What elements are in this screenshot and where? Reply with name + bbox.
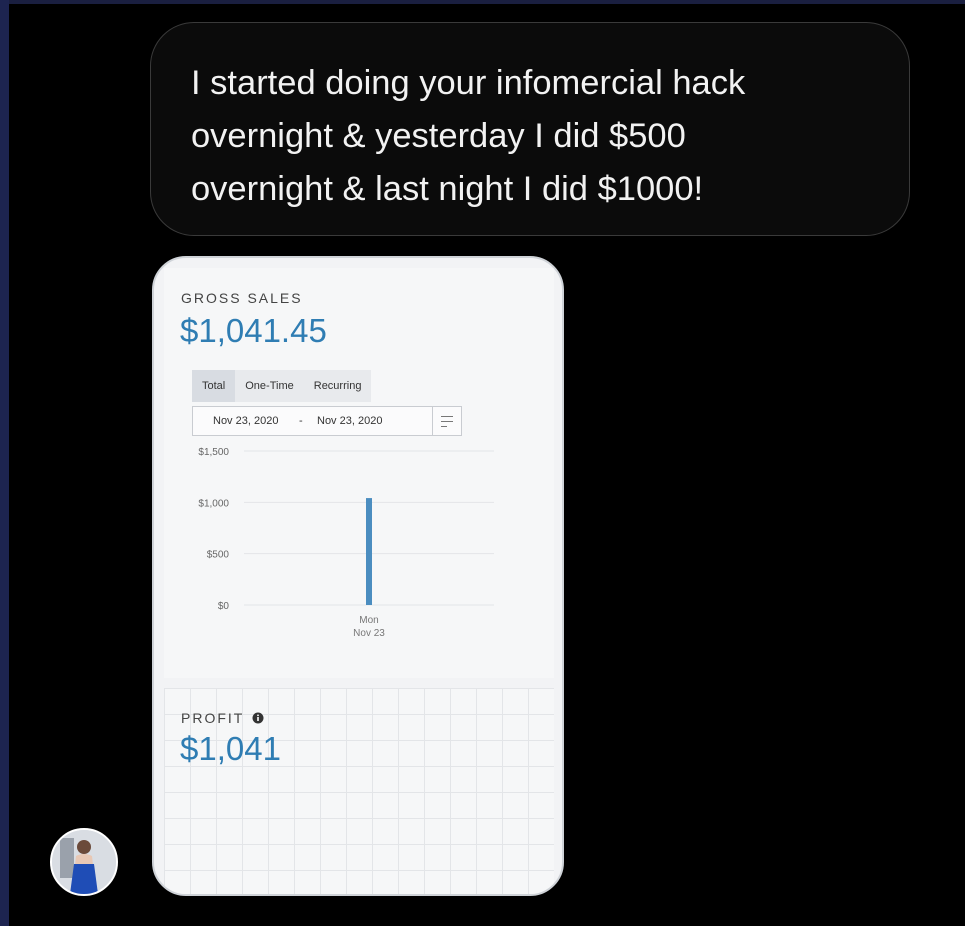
y-tick-label: $1,000 bbox=[198, 498, 229, 509]
y-tick-label: $0 bbox=[218, 601, 230, 612]
profit-panel: PROFIT $1,041 bbox=[164, 688, 554, 894]
screenshot-attachment[interactable]: GROSS SALES $1,041.45 Total One-Time Rec… bbox=[152, 256, 564, 896]
profit-label: PROFIT bbox=[181, 710, 264, 726]
sender-avatar[interactable] bbox=[50, 828, 118, 896]
message-line: overnight & yesterday I did $500 bbox=[191, 117, 686, 155]
profit-label-text: PROFIT bbox=[181, 710, 245, 726]
window-frame-left bbox=[0, 0, 9, 926]
gross-sales-panel: GROSS SALES $1,041.45 Total One-Time Rec… bbox=[164, 268, 554, 678]
x-tick-label: Mon bbox=[359, 615, 378, 626]
message-line: overnight & last night I did $1000! bbox=[191, 170, 704, 208]
x-tick-label: Nov 23 bbox=[353, 628, 385, 639]
bar[interactable] bbox=[366, 498, 372, 605]
profit-value: $1,041 bbox=[180, 730, 281, 767]
message-bubble: I started doing your infomercial hack ov… bbox=[150, 22, 910, 236]
y-tick-label: $1,500 bbox=[198, 447, 229, 458]
profile-photo-icon bbox=[52, 830, 116, 894]
window-frame-top bbox=[0, 0, 965, 4]
info-icon[interactable] bbox=[252, 712, 264, 724]
y-tick-label: $500 bbox=[207, 550, 230, 561]
gross-sales-chart: $1,500 $1,000 $500 $0 Mon Nov 23 bbox=[198, 447, 494, 639]
message-line: I started doing your infomercial hack bbox=[191, 64, 746, 102]
